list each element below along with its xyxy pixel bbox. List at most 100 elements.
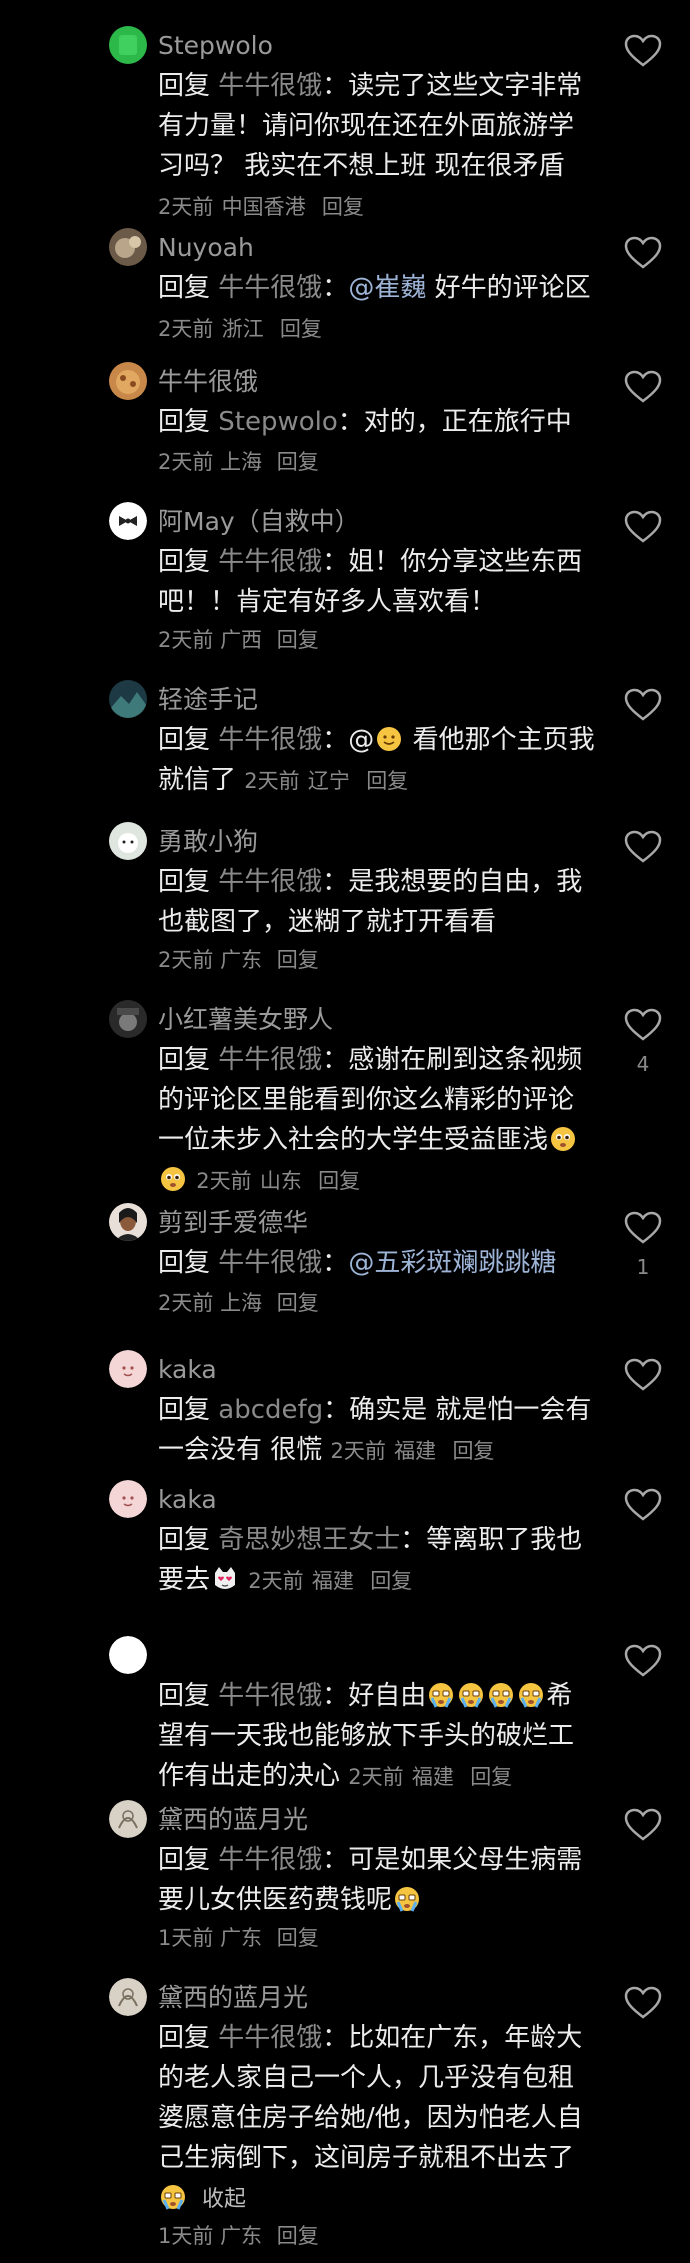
meta-line: 1天前 广东 回复 <box>158 2218 319 2254</box>
username[interactable]: 勇敢小狗 <box>158 822 258 862</box>
avatar[interactable] <box>109 362 147 400</box>
username[interactable]: Stepwolo <box>158 26 273 66</box>
avatar[interactable] <box>109 228 147 266</box>
timestamp: 1天前 <box>158 2224 214 2248</box>
mention-link[interactable]: @崔巍 <box>348 273 426 303</box>
comment-text: 回复 牛牛很饿：读完了这些文字非常有力量！请问你现在还在外面旅游学习吗？ 我实在… <box>158 66 598 227</box>
reply-target[interactable]: abcdefg <box>218 1395 323 1425</box>
username[interactable]: 黛西的蓝月光 <box>158 1800 308 1840</box>
reply-target[interactable]: Stepwolo <box>218 407 338 437</box>
reply-target[interactable]: 牛牛很饿 <box>218 1681 322 1711</box>
username[interactable]: kaka <box>158 1480 217 1520</box>
comment-body: ：@ <box>322 725 375 755</box>
reply-target[interactable]: 牛牛很饿 <box>218 1248 322 1278</box>
reply-word: 回复 <box>158 725 211 755</box>
timestamp: 2天前 <box>348 1765 404 1789</box>
crying-emoji-icon <box>393 1885 421 1913</box>
like-heart-icon[interactable] <box>624 1008 662 1046</box>
reply-word: 回复 <box>158 867 211 897</box>
reply-target[interactable]: 牛牛很饿 <box>218 2023 322 2053</box>
like-heart-icon[interactable] <box>624 1488 662 1526</box>
mention-link[interactable]: @五彩斑斓跳跳糖 <box>348 1248 556 1278</box>
reply-button[interactable]: 回复 <box>366 769 408 793</box>
avatar[interactable] <box>109 26 147 64</box>
crying-emoji-icon <box>517 1681 545 1709</box>
avatar[interactable] <box>109 1350 147 1388</box>
like-heart-icon[interactable] <box>624 1358 662 1396</box>
reply-button[interactable]: 回复 <box>277 628 319 652</box>
comment-text: 回复 牛牛很饿：是我想要的自由，我也截图了，迷糊了就打开看看 <box>158 862 598 942</box>
reply-target[interactable]: 牛牛很饿 <box>218 1045 322 1075</box>
collapse-button[interactable]: 收起 <box>202 2187 246 2212</box>
like-heart-icon[interactable] <box>624 510 662 548</box>
like-count: 1 <box>636 1255 650 1279</box>
reply-button[interactable]: 回复 <box>277 1291 319 1315</box>
timestamp: 2天前 <box>158 628 214 652</box>
avatar[interactable] <box>109 1480 147 1518</box>
location: 上海 <box>220 1291 263 1315</box>
comment-body: ：好自由 <box>322 1681 427 1711</box>
username[interactable]: Nuyoah <box>158 228 254 268</box>
reply-button[interactable]: 回复 <box>318 1169 360 1193</box>
reply-word: 回复 <box>158 1681 211 1711</box>
like-heart-icon[interactable] <box>624 830 662 868</box>
avatar[interactable] <box>109 1978 147 2016</box>
comment-body: ：对的，正在旅行中 <box>337 407 572 437</box>
reply-button[interactable]: 回复 <box>277 1926 319 1950</box>
username[interactable]: 阿May（自救中） <box>158 502 360 542</box>
crying-emoji-icon <box>457 1681 485 1709</box>
reply-button[interactable]: 回复 <box>277 948 319 972</box>
reply-target[interactable]: 牛牛很饿 <box>218 1845 322 1875</box>
location: 广东 <box>220 1926 263 1950</box>
avatar[interactable] <box>109 1000 147 1038</box>
reply-button[interactable]: 回复 <box>280 317 322 341</box>
timestamp: 2天前 <box>158 450 214 474</box>
reply-button[interactable]: 回复 <box>470 1765 512 1789</box>
timestamp: 2天前 <box>330 1439 386 1463</box>
like-heart-icon[interactable] <box>624 34 662 72</box>
avatar[interactable] <box>109 680 147 718</box>
username[interactable]: 剪到手爱德华 <box>158 1203 308 1243</box>
avatar[interactable] <box>109 502 147 540</box>
reply-button[interactable]: 回复 <box>277 2224 319 2248</box>
username[interactable]: 小红薯美女野人 <box>158 1000 333 1040</box>
like-count: 4 <box>636 1052 650 1076</box>
reply-button[interactable]: 回复 <box>322 195 364 219</box>
like-heart-icon[interactable] <box>624 1808 662 1846</box>
username[interactable]: 轻途手记 <box>158 680 258 720</box>
reply-target[interactable]: 牛牛很饿 <box>218 71 322 101</box>
location: 福建 <box>411 1765 454 1789</box>
reply-button[interactable]: 回复 <box>370 1569 412 1593</box>
like-heart-icon[interactable] <box>624 1644 662 1682</box>
reply-target[interactable]: 奇思妙想王女士 <box>218 1525 400 1555</box>
avatar[interactable] <box>109 822 147 860</box>
username[interactable]: 黛西的蓝月光 <box>158 1978 308 2018</box>
comment-body: ： <box>322 273 349 303</box>
like-heart-icon[interactable] <box>624 688 662 726</box>
avatar[interactable] <box>109 1636 147 1674</box>
reply-target[interactable]: 牛牛很饿 <box>218 867 322 897</box>
like-heart-icon[interactable] <box>624 236 662 274</box>
comment-text: 回复 奇思妙想王女士：等离职了我也要去 2天前 福建 回复 <box>158 1520 598 1601</box>
location: 广西 <box>220 628 263 652</box>
reply-button[interactable]: 回复 <box>452 1439 494 1463</box>
timestamp: 2天前 <box>244 769 300 793</box>
like-heart-icon[interactable] <box>624 1211 662 1249</box>
comment-text: 回复 Stepwolo：对的，正在旅行中 <box>158 402 598 442</box>
like-heart-icon[interactable] <box>624 370 662 408</box>
timestamp: 2天前 <box>158 195 214 219</box>
location: 浙江 <box>221 317 264 341</box>
reply-target[interactable]: 牛牛很饿 <box>218 273 322 303</box>
reply-target[interactable]: 牛牛很饿 <box>218 547 322 577</box>
username[interactable]: kaka <box>158 1350 217 1390</box>
reply-button[interactable]: 回复 <box>277 450 319 474</box>
pleading-emoji-icon <box>159 1165 187 1193</box>
like-heart-icon[interactable] <box>624 1986 662 2024</box>
location: 广东 <box>220 948 263 972</box>
reply-word: 回复 <box>158 547 211 577</box>
avatar[interactable] <box>109 1203 147 1241</box>
username[interactable]: 牛牛很饿 <box>158 362 258 402</box>
avatar[interactable] <box>109 1800 147 1838</box>
reply-target[interactable]: 牛牛很饿 <box>218 725 322 755</box>
comment-text: 回复 牛牛很饿：姐！你分享这些东西吧！！肯定有好多人喜欢看！ <box>158 542 598 622</box>
